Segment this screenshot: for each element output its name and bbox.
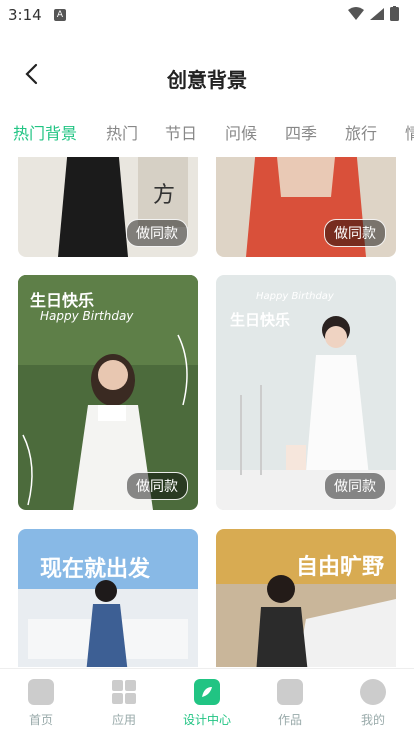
nav-label: 设计中心	[182, 713, 231, 727]
user-icon	[360, 679, 386, 705]
nav-label: 首页	[28, 713, 53, 727]
template-card[interactable]: 方 做同款	[18, 157, 198, 257]
bottom-nav: 首页 应用 设计中心 作品 我的	[0, 668, 414, 737]
tab-festival[interactable]: 节日	[165, 120, 197, 144]
nav-works[interactable]: 作品	[249, 679, 331, 728]
template-card[interactable]: 自由旷野	[216, 529, 396, 667]
make-same-button[interactable]: 做同款	[126, 219, 188, 247]
grid-icon	[111, 679, 137, 705]
nav-design-center[interactable]: 设计中心	[166, 679, 248, 728]
status-icons	[346, 6, 406, 26]
tab-seasons[interactable]: 四季	[285, 120, 317, 144]
overlay-subtitle: Happy Birthday	[40, 309, 134, 323]
nav-label: 我的	[360, 713, 385, 727]
notification-icon: A	[54, 9, 66, 21]
category-tabs: 热门背景 热门 节日 问候 四季 旅行 情	[0, 112, 414, 148]
tab-greeting[interactable]: 问候	[225, 120, 257, 144]
nav-home[interactable]: 首页	[0, 679, 82, 728]
overlay-title: 自由旷野	[296, 555, 385, 580]
briefcase-icon	[277, 679, 303, 705]
template-card[interactable]: 生日快乐 Happy Birthday 做同款	[216, 275, 396, 510]
nav-apps[interactable]: 应用	[83, 679, 165, 728]
make-same-button[interactable]: 做同款	[324, 219, 386, 247]
page-title: 创意背景	[167, 68, 247, 92]
nav-label: 应用	[111, 713, 136, 727]
leaf-icon	[194, 679, 220, 705]
status-bar: 3:14 A	[0, 0, 414, 30]
overlay-title: 现在就出发	[40, 557, 151, 582]
home-icon	[28, 679, 54, 705]
tab-travel[interactable]: 旅行	[345, 120, 377, 144]
overlay-subtitle: Happy Birthday	[256, 291, 334, 302]
tab-hot[interactable]: 热门	[106, 120, 138, 144]
template-image	[18, 529, 198, 667]
nav-label: 作品	[277, 713, 302, 727]
tab-more[interactable]: 情	[405, 120, 414, 144]
make-same-button[interactable]: 做同款	[126, 472, 188, 500]
make-same-button[interactable]: 做同款	[324, 472, 386, 500]
tab-hot-bg[interactable]: 热门背景	[13, 120, 77, 144]
status-time: 3:14	[8, 6, 42, 24]
template-card[interactable]: 做同款	[216, 157, 396, 257]
overlay-title: 生日快乐	[30, 291, 95, 310]
svg-text:方: 方	[153, 183, 175, 208]
nav-profile[interactable]: 我的	[332, 679, 414, 728]
template-card[interactable]: 现在就出发	[18, 529, 198, 667]
header: 创意背景	[0, 52, 414, 100]
overlay-title: 生日快乐	[230, 311, 291, 329]
wifi-signal-battery-icon	[348, 6, 399, 21]
template-grid: 方 做同款 做同款 生日快乐 Happy Birthday 做同款 生日快乐 H…	[0, 157, 414, 667]
template-card[interactable]: 生日快乐 Happy Birthday 做同款	[18, 275, 198, 510]
